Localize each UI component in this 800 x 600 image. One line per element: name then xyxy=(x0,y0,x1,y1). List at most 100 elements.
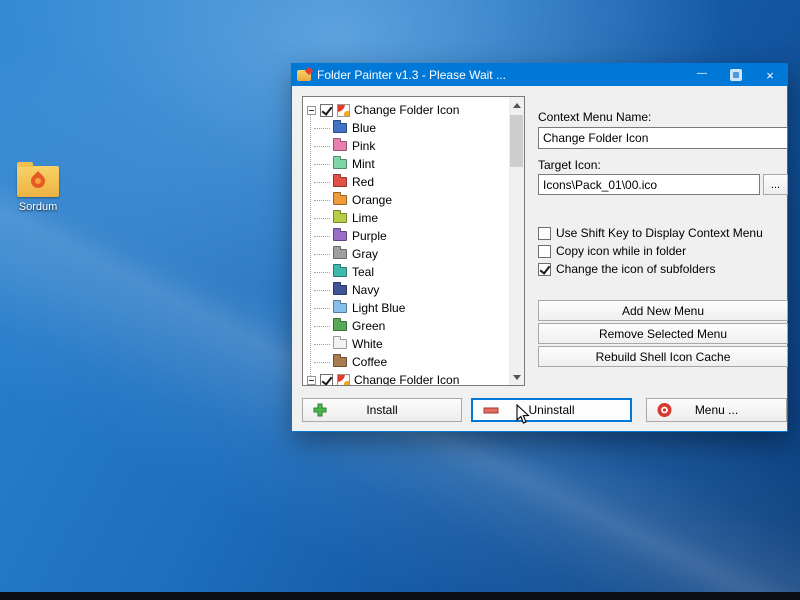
tree-branch-line xyxy=(314,307,330,309)
remove-selected-menu-button[interactable]: Remove Selected Menu xyxy=(538,323,788,344)
folder-icon xyxy=(333,192,347,205)
tree-item-pink[interactable]: Pink xyxy=(305,137,509,155)
desktop-icon-label: Sordum xyxy=(18,201,58,213)
tree-item-label: Blue xyxy=(352,121,377,135)
menu-button-label: Menu ... xyxy=(694,403,739,417)
tree-item-green[interactable]: Green xyxy=(305,317,509,335)
tree-item-purple[interactable]: Purple xyxy=(305,227,509,245)
tree-item-teal[interactable]: Teal xyxy=(305,263,509,281)
menu-tree: Change Folder Icon Blue Pink Mint Red Orange… xyxy=(303,97,509,385)
folder-icon xyxy=(333,282,347,295)
menu-button[interactable]: Menu ... xyxy=(646,398,787,422)
tree-item-blue[interactable]: Blue xyxy=(305,119,509,137)
titlebar[interactable]: Folder Painter v1.3 - Please Wait ... — … xyxy=(292,64,787,86)
folder-icon xyxy=(17,162,59,197)
tree-item-label: Gray xyxy=(352,247,379,261)
wallpaper-bottom-edge xyxy=(0,592,800,600)
tree-branch-line xyxy=(314,217,330,219)
tree-branch-line xyxy=(314,325,330,327)
rebuild-shell-icon-cache-button[interactable]: Rebuild Shell Icon Cache xyxy=(538,346,788,367)
collapse-icon[interactable] xyxy=(307,375,316,385)
folder-icon xyxy=(333,300,347,313)
uninstall-button-label: Uninstall xyxy=(528,403,575,417)
titlebar-extra-icon xyxy=(730,69,742,81)
tree-item-label: Teal xyxy=(352,265,375,279)
folder-icon xyxy=(333,210,347,223)
tree-item-label: Light Blue xyxy=(352,301,406,315)
folder-painter-window: Folder Painter v1.3 - Please Wait ... — … xyxy=(291,63,788,432)
window-title: Folder Painter v1.3 - Please Wait ... xyxy=(317,68,506,82)
checkbox-icon[interactable] xyxy=(538,262,551,276)
uninstall-button[interactable]: Uninstall xyxy=(471,398,632,422)
tree-item-lime[interactable]: Lime xyxy=(305,209,509,227)
tree-item-label: Coffee xyxy=(352,355,388,369)
scrollbar-thumb[interactable] xyxy=(510,115,523,167)
folder-icon xyxy=(333,156,347,169)
scroll-up-button[interactable] xyxy=(509,97,524,113)
tree-item-white[interactable]: White xyxy=(305,335,509,353)
tree-root-item[interactable]: Change Folder Icon xyxy=(305,371,509,385)
tree-item-red[interactable]: Red xyxy=(305,173,509,191)
tree-branch-line xyxy=(314,253,330,255)
folder-icon xyxy=(333,120,347,133)
tree-branch-line xyxy=(314,127,330,129)
tree-item-mint[interactable]: Mint xyxy=(305,155,509,173)
target-icon-label: Target Icon: xyxy=(538,158,601,172)
paint-icon xyxy=(337,103,350,117)
tree-item-label: White xyxy=(352,337,383,351)
minimize-button[interactable]: — xyxy=(685,64,719,86)
paint-icon xyxy=(337,373,350,385)
scroll-down-button[interactable] xyxy=(509,369,524,385)
tree-item-light-blue[interactable]: Light Blue xyxy=(305,299,509,317)
collapse-icon[interactable] xyxy=(307,105,316,115)
minimize-icon: — xyxy=(697,67,707,79)
desktop-icon-sordum[interactable]: Sordum xyxy=(6,162,70,213)
tree-branch-line xyxy=(314,199,330,201)
minus-icon xyxy=(483,403,499,417)
tree-item-gray[interactable]: Gray xyxy=(305,245,509,263)
add-new-menu-button[interactable]: Add New Menu xyxy=(538,300,788,321)
target-icon-input[interactable] xyxy=(538,174,760,195)
tree-item-coffee[interactable]: Coffee xyxy=(305,353,509,371)
tree-branch-line xyxy=(314,343,330,345)
option-change-the-icon-of-subfolders[interactable]: Change the icon of subfolders xyxy=(538,260,763,278)
context-menu-name-label: Context Menu Name: xyxy=(538,110,652,124)
tree-item-orange[interactable]: Orange xyxy=(305,191,509,209)
tree-root-label: Change Folder Icon xyxy=(354,103,460,117)
tree-root-item[interactable]: Change Folder Icon xyxy=(305,101,509,119)
install-button[interactable]: Install xyxy=(302,398,462,422)
tree-branch-line xyxy=(314,361,330,363)
option-copy-icon-while-in-folder[interactable]: Copy icon while in folder xyxy=(538,242,763,260)
tree-item-label: Red xyxy=(352,175,375,189)
tree-item-label: Mint xyxy=(352,157,375,171)
tree-branch-line xyxy=(314,235,330,237)
titlebar-extra-button[interactable] xyxy=(719,64,753,86)
context-menu-name-input[interactable] xyxy=(538,127,788,149)
tree-scrollbar[interactable] xyxy=(509,97,524,385)
checkbox-icon[interactable] xyxy=(538,244,551,258)
browse-button[interactable]: ... xyxy=(763,174,788,195)
options-list: Use Shift Key to Display Context Menu Cop… xyxy=(538,224,763,278)
checkbox-icon[interactable] xyxy=(320,103,333,117)
tree-root-label: Change Folder Icon xyxy=(354,373,460,385)
folder-icon xyxy=(333,246,347,259)
tree-item-label: Navy xyxy=(352,283,380,297)
arrow-down-icon xyxy=(512,374,521,380)
tree-item-label: Orange xyxy=(352,193,393,207)
tree-item-label: Green xyxy=(352,319,386,333)
checkbox-icon[interactable] xyxy=(320,373,333,385)
tree-branch-line xyxy=(314,163,330,165)
folder-icon xyxy=(333,318,347,331)
tree-item-label: Pink xyxy=(352,139,376,153)
option-label: Use Shift Key to Display Context Menu xyxy=(556,226,763,240)
tree-item-navy[interactable]: Navy xyxy=(305,281,509,299)
action-buttons: Add New Menu Remove Selected Menu Rebuild … xyxy=(538,300,788,369)
close-button[interactable]: × xyxy=(753,64,787,86)
folder-icon xyxy=(333,336,347,349)
flame-logo-icon xyxy=(28,171,48,191)
option-use-shift-key-to-display-context-menu[interactable]: Use Shift Key to Display Context Menu xyxy=(538,224,763,242)
option-label: Copy icon while in folder xyxy=(556,244,687,258)
tree-item-label: Purple xyxy=(352,229,387,243)
checkbox-icon[interactable] xyxy=(538,226,551,240)
tree-color-items: Blue Pink Mint Red Orange Lime Purple Gray Teal N… xyxy=(305,119,509,371)
